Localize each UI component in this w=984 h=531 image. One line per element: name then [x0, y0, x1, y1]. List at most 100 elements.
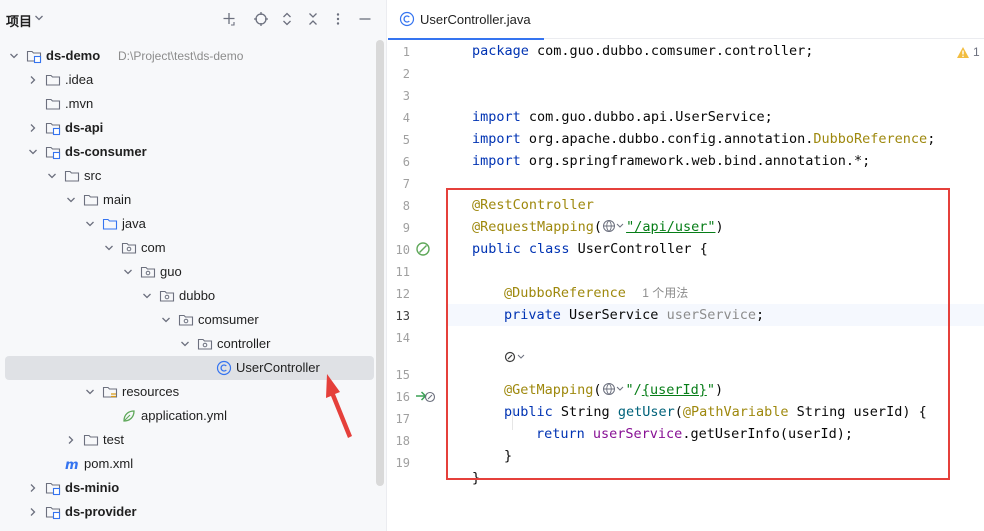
chevron-down-icon[interactable]	[84, 386, 96, 398]
chevron-down-icon[interactable]	[65, 194, 77, 206]
line-number[interactable]: 7	[388, 177, 410, 191]
tree-item-label: dubbo	[179, 288, 216, 303]
gutter: 1 2 3 4 5 6 7 8 9 10 11 12 13 14 15 16 17 18 19	[388, 40, 446, 531]
tree-item-src[interactable]: src	[0, 164, 387, 188]
tree-item-label: ds-api	[65, 120, 104, 135]
line-number[interactable]: 15	[388, 368, 410, 382]
project-title[interactable]: 项目	[6, 11, 32, 30]
tree-item-ds-provider[interactable]: ds-provider	[0, 500, 387, 524]
tree-item--idea[interactable]: .idea	[0, 68, 387, 92]
module-folder-icon	[45, 144, 61, 160]
package-icon	[140, 264, 156, 280]
project-header: 项目	[0, 0, 387, 38]
tree-item-label: UserController	[236, 360, 320, 375]
line-number[interactable]: 17	[388, 412, 410, 426]
chevron-right-icon[interactable]	[27, 122, 39, 134]
tree-item-java[interactable]: java	[0, 212, 387, 236]
tree-item-ds-minio[interactable]: ds-minio	[0, 476, 387, 500]
line-number[interactable]: 4	[388, 111, 410, 125]
more-options-icon[interactable]	[329, 10, 347, 28]
line-number[interactable]: 8	[388, 199, 410, 213]
tree-item-pom-xml[interactable]: m pom.xml	[0, 452, 387, 476]
module-path: D:\Project\test\ds-demo	[118, 49, 244, 63]
folder-icon	[64, 168, 80, 184]
source-folder-icon	[102, 216, 118, 232]
locate-icon[interactable]	[252, 10, 270, 28]
tree-item-com[interactable]: com	[0, 236, 387, 260]
line-number[interactable]: 11	[388, 265, 410, 279]
chevron-down-icon[interactable]	[46, 170, 58, 182]
chevron-right-icon[interactable]	[27, 482, 39, 494]
tree-item-label: guo	[160, 264, 182, 279]
tree-item-label: application.yml	[141, 408, 227, 423]
line-number[interactable]: 10	[388, 243, 410, 257]
module-folder-icon	[26, 48, 42, 64]
run-request-icon[interactable]	[415, 388, 437, 404]
expand-all-icon[interactable]	[278, 10, 296, 28]
chevron-down-icon[interactable]	[122, 266, 134, 278]
module-folder-icon	[45, 504, 61, 520]
editor-tab-usercontroller[interactable]: UserController.java	[388, 0, 544, 40]
tree-item-label: ds-demo	[46, 48, 101, 63]
chevron-down-icon[interactable]	[103, 242, 115, 254]
chevron-down-icon[interactable]	[27, 146, 39, 158]
code-line-5: import org.apache.dubbo.config.annotatio…	[472, 131, 936, 147]
new-file-icon[interactable]	[220, 10, 238, 28]
tree-item-comsumer[interactable]: comsumer	[0, 308, 387, 332]
chevron-down-icon[interactable]	[8, 50, 20, 62]
tree-item-label: ds-minio	[65, 480, 120, 495]
tree-item-ds-demo[interactable]: ds-demo D:\Project\test\ds-demo	[0, 44, 387, 68]
line-number[interactable]: 9	[388, 221, 410, 235]
tree-item-ds-consumer[interactable]: ds-consumer	[0, 140, 387, 164]
package-icon	[197, 336, 213, 352]
line-number[interactable]: 6	[388, 155, 410, 169]
line-number[interactable]: 16	[388, 390, 410, 404]
tree-item-main[interactable]: main	[0, 188, 387, 212]
module-folder-icon	[45, 120, 61, 136]
tree-item-ds-api[interactable]: ds-api	[0, 116, 387, 140]
line-number[interactable]: 12	[388, 287, 410, 301]
tree-item-label: main	[103, 192, 132, 207]
code-editor: UserController.java 1 package com.guo.du…	[388, 0, 984, 531]
collapse-all-icon[interactable]	[304, 10, 322, 28]
tree-item-label: .mvn	[65, 96, 94, 111]
tree-item-dubbo[interactable]: dubbo	[0, 284, 387, 308]
tree-item-label: controller	[217, 336, 271, 351]
line-number[interactable]: 2	[388, 67, 410, 81]
chevron-down-icon[interactable]	[160, 314, 172, 326]
annotation-highlight-box	[446, 188, 950, 480]
line-number[interactable]: 5	[388, 133, 410, 147]
resources-folder-icon	[102, 384, 118, 400]
tree-item--mvn[interactable]: .mvn	[0, 92, 387, 116]
folder-icon	[45, 96, 61, 112]
chevron-down-icon[interactable]	[179, 338, 191, 350]
tab-label: UserController.java	[420, 12, 531, 27]
line-number[interactable]: 18	[388, 434, 410, 448]
editor-tab-bar: UserController.java	[388, 0, 984, 40]
spring-bean-icon[interactable]	[415, 241, 431, 257]
folder-icon	[83, 432, 99, 448]
tree-item-label: src	[84, 168, 102, 183]
line-number[interactable]: 14	[388, 331, 410, 345]
code-line-4: import com.guo.dubbo.api.UserService;	[472, 109, 773, 125]
chevron-down-icon[interactable]	[141, 290, 153, 302]
chevron-right-icon[interactable]	[65, 434, 77, 446]
chevron-right-icon[interactable]	[27, 74, 39, 86]
line-number[interactable]: 3	[388, 89, 410, 103]
tree-item-guo[interactable]: guo	[0, 260, 387, 284]
chevron-down-icon[interactable]	[34, 13, 44, 23]
tree-item-label: ds-provider	[65, 504, 137, 519]
tree-item-label: resources	[122, 384, 180, 399]
minimize-icon[interactable]	[356, 10, 374, 28]
line-number[interactable]: 13	[388, 309, 410, 323]
class-icon	[216, 360, 232, 376]
chevron-right-icon[interactable]	[27, 506, 39, 518]
tree-item-controller[interactable]: controller	[0, 332, 387, 356]
line-number[interactable]: 1	[388, 45, 410, 59]
line-number[interactable]: 19	[388, 456, 410, 470]
chevron-down-icon[interactable]	[84, 218, 96, 230]
tree-scrollbar[interactable]	[376, 40, 384, 486]
package-icon	[159, 288, 175, 304]
module-folder-icon	[45, 480, 61, 496]
code-line-6: import org.springframework.web.bind.anno…	[472, 153, 871, 169]
